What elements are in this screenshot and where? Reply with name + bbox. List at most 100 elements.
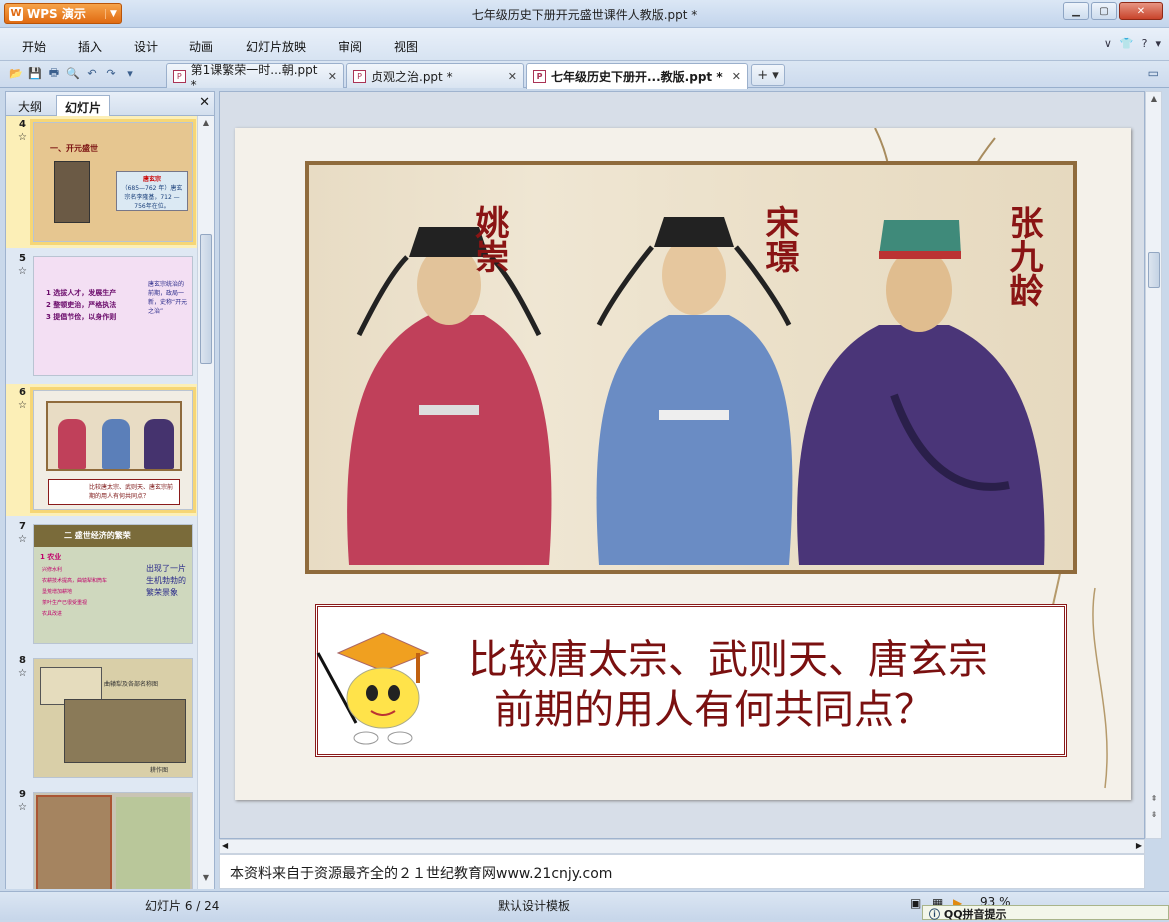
thumbnail-slide-9[interactable]: 9 ☆ [6, 786, 198, 889]
tab-label: 贞观之治.ppt * [371, 69, 453, 84]
menu-home[interactable]: 开始 [22, 38, 46, 55]
slide-number: 7 [19, 521, 26, 532]
close-button[interactable]: ✕ [1119, 2, 1163, 20]
thumbnail-list: 4 ☆ 一、开元盛世 唐玄宗 （685—762 年）唐玄宗名李隆基，712 — … [6, 116, 198, 889]
thumbnail-line: 3 提倡节俭，以身作则 [46, 313, 117, 321]
thumbnail-title: 二 盛世经济的繁荣 [64, 531, 131, 540]
editor-vertical-scrollbar[interactable]: ▲ ⇞ ⇟ [1145, 91, 1162, 839]
thumbnail-line: 兴修水利 [42, 567, 63, 573]
ppt-file-icon: P [353, 69, 366, 83]
help-dropdown-icon[interactable]: ▾ [1155, 37, 1161, 50]
tab-close-icon[interactable]: ✕ [328, 70, 337, 83]
editor-horizontal-scrollbar[interactable]: ◀ ▶ [219, 839, 1145, 854]
slide-number: 4 [19, 119, 26, 130]
question-line-1: 比较唐太宗、武则天、唐玄宗 [468, 637, 988, 683]
thumbnail-sub: （685—762 年）唐玄宗名李隆基，712 — 756年在位。 [121, 185, 183, 210]
thumbnail-side: 唐玄宗统治的前期，政局一新，史称“开元之治” [148, 281, 188, 315]
document-tab-bar: 📂 💾 🖶 🔍 ↶ ↷ ▾ P 第1课繁荣一时...朝.ppt * ✕ P 贞观… [0, 61, 1169, 92]
open-icon[interactable]: 📂 [8, 65, 24, 81]
editor-scroll-thumb[interactable] [1148, 252, 1160, 288]
redo-icon[interactable]: ↷ [103, 65, 119, 81]
thumbnail-image: 一、开元盛世 唐玄宗 （685—762 年）唐玄宗名李隆基，712 — 756年… [30, 119, 196, 245]
tab-doc-1[interactable]: P 第1课繁荣一时...朝.ppt * ✕ [166, 63, 344, 92]
scroll-up-icon[interactable]: ▲ [198, 118, 214, 132]
tab-close-icon[interactable]: ✕ [508, 70, 517, 83]
ppt-file-icon: P [173, 69, 186, 83]
thumbnail-caption: 比较唐太宗、武则天、唐玄宗前期的用人有何共同点？ [48, 479, 180, 505]
tab-label: 第1课繁荣一时...朝.ppt * [190, 62, 318, 92]
thumbnail-image: 曲辕犁及各部名称图 耕作图 [33, 658, 193, 778]
normal-view-icon[interactable]: ▣ [910, 896, 921, 910]
thumbnail-side: 出现了一片生机勃勃的繁荣景象 [146, 564, 186, 597]
thumbnail-title: 一、开元盛世 [50, 144, 98, 153]
print-icon[interactable]: 🖶 [46, 65, 62, 81]
menu-bar: 开始 插入 设计 动画 幻灯片放映 审阅 视图 ∨ 👕 ? ▾ [0, 28, 1169, 61]
scroll-up-icon[interactable]: ▲ [1146, 94, 1162, 108]
panel-scroll-thumb[interactable] [200, 234, 212, 364]
help-icon[interactable]: ? [1142, 37, 1148, 50]
animation-star-icon: ☆ [18, 668, 27, 679]
info-icon: ⓘ [929, 908, 940, 921]
title-bar: W WPS 演示 ▼ 七年级历史下册开元盛世课件人教版.ppt * ▁ ▢ ✕ [0, 0, 1169, 28]
save-icon[interactable]: 💾 [27, 65, 43, 81]
minimize-button[interactable]: ▁ [1063, 2, 1089, 20]
thumbnail-slide-4[interactable]: 4 ☆ 一、开元盛世 唐玄宗 （685—762 年）唐玄宗名李隆基，712 — … [6, 116, 198, 248]
quick-access-dropdown-icon[interactable]: ▾ [122, 65, 138, 81]
menu-review[interactable]: 审阅 [338, 38, 362, 55]
panel-close-icon[interactable]: ✕ [199, 95, 210, 110]
slide-counter: 幻灯片 6 / 24 [145, 899, 220, 913]
scroll-right-icon[interactable]: ▶ [1136, 841, 1142, 850]
thumbnail-image: 比较唐太宗、武则天、唐玄宗前期的用人有何共同点？ [30, 387, 196, 513]
thumbnail-line: 茶叶生产已很受重视 [42, 600, 88, 606]
thumbnail-line: 1 选拔人才，发展生产 [46, 289, 117, 297]
scroll-down-icon[interactable]: ▼ [198, 873, 214, 887]
notes-text: 本资料来自于资源最齐全的２１世纪教育网www.21cnjy.com [230, 866, 613, 882]
window-title: 七年级历史下册开元盛世课件人教版.ppt * [471, 8, 698, 22]
panel-scrollbar[interactable]: ▲ ▼ [197, 116, 214, 889]
animation-star-icon: ☆ [18, 534, 27, 545]
ribbon-collapse-icon[interactable]: ∨ [1104, 37, 1112, 50]
tab-label: 七年级历史下册开...教版.ppt * [551, 70, 723, 84]
question-line-2: 前期的用人有何共同点？ [494, 687, 934, 733]
question-text: 比较唐太宗、武则天、唐玄宗 前期的用人有何共同点？ [468, 635, 988, 735]
menu-animation[interactable]: 动画 [189, 38, 213, 55]
slide-number: 5 [19, 253, 26, 264]
tab-list-icon[interactable]: ▭ [1148, 66, 1159, 80]
template-name[interactable]: 默认设计模板 [498, 897, 570, 914]
previous-slide-icon[interactable]: ⇞ [1146, 794, 1162, 808]
maximize-button[interactable]: ▢ [1091, 2, 1117, 20]
officials-painting: 姚崇 宋璟 张九龄 [305, 161, 1077, 574]
menu-slideshow[interactable]: 幻灯片放映 [246, 38, 306, 55]
thumbnail-image [33, 792, 193, 889]
tab-doc-3[interactable]: P 七年级历史下册开...教版.ppt * ✕ [526, 63, 748, 89]
animation-star-icon: ☆ [18, 400, 27, 411]
slide-number: 8 [19, 655, 26, 666]
menu-design[interactable]: 设计 [134, 38, 158, 55]
new-tab-button[interactable]: + ▾ [751, 64, 785, 86]
tab-doc-2[interactable]: P 贞观之治.ppt * ✕ [346, 63, 524, 88]
menu-view[interactable]: 视图 [394, 38, 418, 55]
animation-star-icon: ☆ [18, 802, 27, 813]
scroll-left-icon[interactable]: ◀ [222, 841, 228, 850]
thumbnail-slide-8[interactable]: 8 ☆ 曲辕犁及各部名称图 耕作图 [6, 652, 198, 784]
animation-star-icon: ☆ [18, 266, 27, 277]
tab-outline[interactable]: 大纲 [10, 95, 50, 116]
name-song-jing: 宋璟 [759, 205, 799, 273]
name-zhang-jiuling: 张九龄 [1003, 205, 1043, 307]
thumbnail-slide-7[interactable]: 7 ☆ 二 盛世经济的繁荣 1 农业 兴修水利 农耕技术提高，曲辕犁和筒车 垦荒… [6, 518, 198, 650]
next-slide-icon[interactable]: ⇟ [1146, 810, 1162, 824]
thumbnail-slide-5[interactable]: 5 ☆ 1 选拔人才，发展生产 2 整顿吏治，严格执法 3 提倡节俭，以身作则 … [6, 250, 198, 382]
notes-pane[interactable]: 本资料来自于资源最齐全的２１世纪教育网www.21cnjy.com [219, 854, 1145, 889]
tab-slides[interactable]: 幻灯片 [56, 95, 111, 116]
slide-number: 9 [19, 789, 26, 800]
skin-icon[interactable]: 👕 [1120, 37, 1134, 50]
thumbnail-slide-6[interactable]: 6 ☆ 比较唐太宗、武则天、唐玄宗前期的用人有何共同点？ [6, 384, 198, 516]
ime-popup-text: QQ拼音提示 [943, 908, 1007, 921]
undo-icon[interactable]: ↶ [84, 65, 100, 81]
thumbnail-sub: 1 农业 [40, 553, 62, 561]
thumbnail-line: 2 整顿吏治，严格执法 [46, 301, 117, 309]
tab-close-icon[interactable]: ✕ [732, 70, 741, 83]
current-slide[interactable]: 姚崇 宋璟 张九龄 比较唐太宗、武则天、唐玄宗 前期的用人有何共同点？ [235, 128, 1131, 800]
menu-insert[interactable]: 插入 [78, 38, 102, 55]
print-preview-icon[interactable]: 🔍 [65, 65, 81, 81]
